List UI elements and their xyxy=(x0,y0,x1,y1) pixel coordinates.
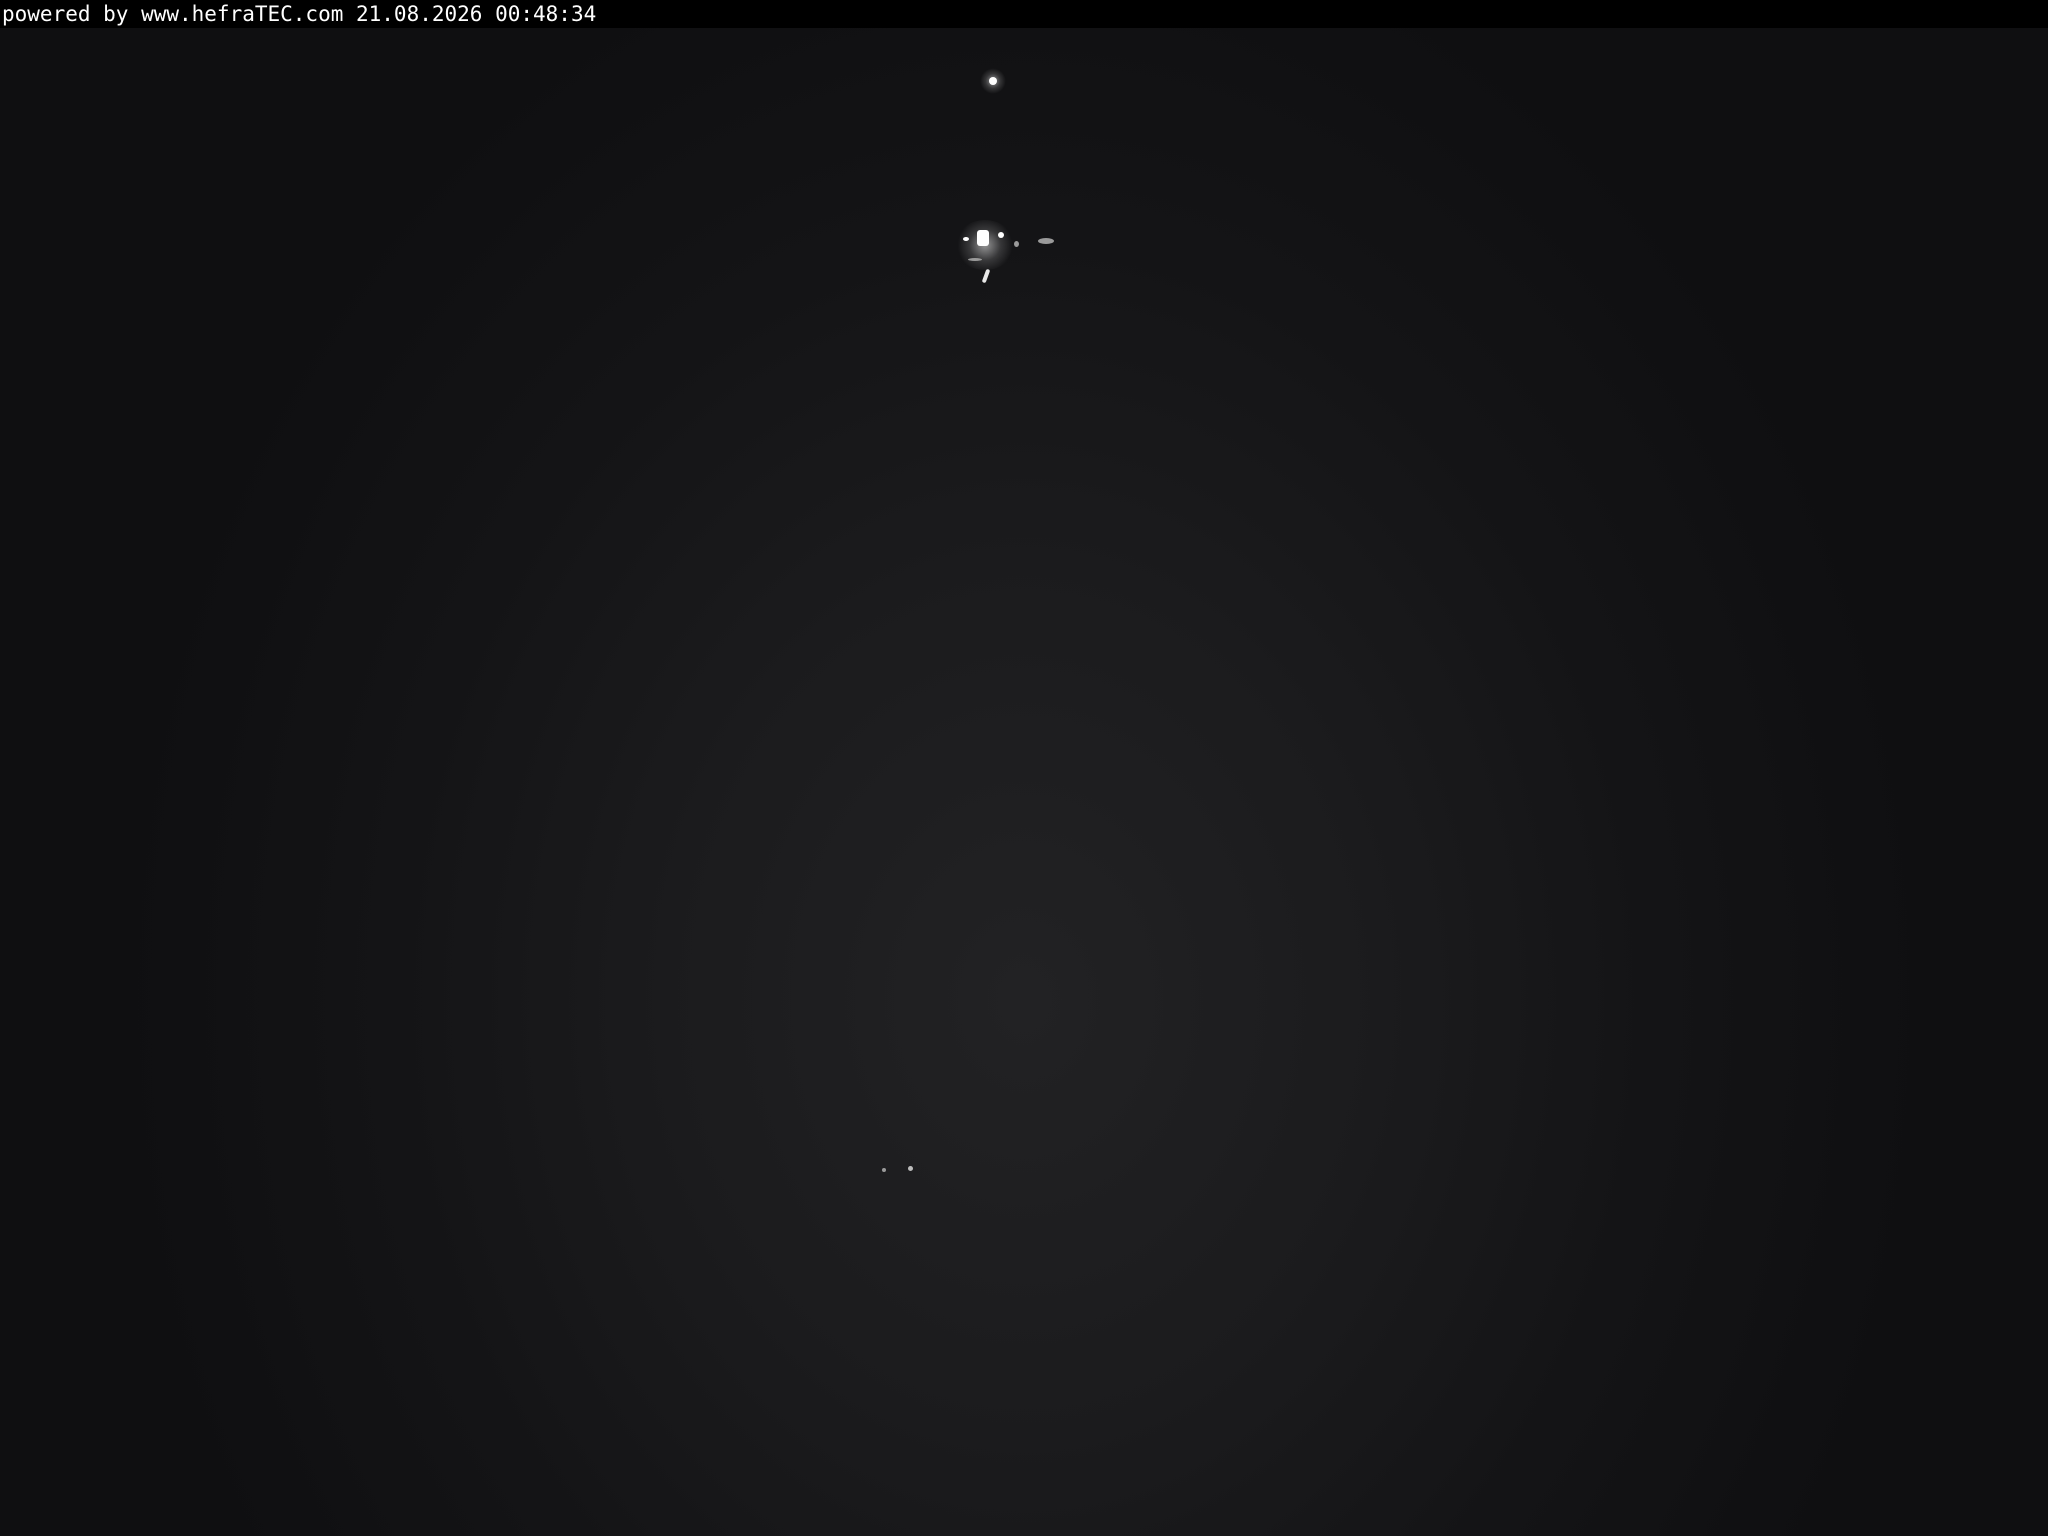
webcam-image: powered by www.hefraTEC.com 21.08.2026 0… xyxy=(0,0,2048,1536)
light-cluster-main xyxy=(977,230,989,246)
timestamp-caption: powered by www.hefraTEC.com 21.08.2026 0… xyxy=(2,2,597,26)
light-cluster-reflection xyxy=(968,258,982,261)
faint-light-right xyxy=(908,1166,913,1171)
light-cluster-streak xyxy=(981,268,991,284)
distant-light xyxy=(989,77,997,85)
timestamp-bar: powered by www.hefraTEC.com 21.08.2026 0… xyxy=(0,0,2048,28)
light-cluster-right xyxy=(998,232,1004,238)
light-cluster-far-right xyxy=(1014,241,1019,247)
night-scene xyxy=(0,28,2048,1536)
light-cluster-left xyxy=(963,237,969,241)
faint-light-left xyxy=(882,1168,886,1172)
light-cluster-faint xyxy=(1038,238,1054,244)
